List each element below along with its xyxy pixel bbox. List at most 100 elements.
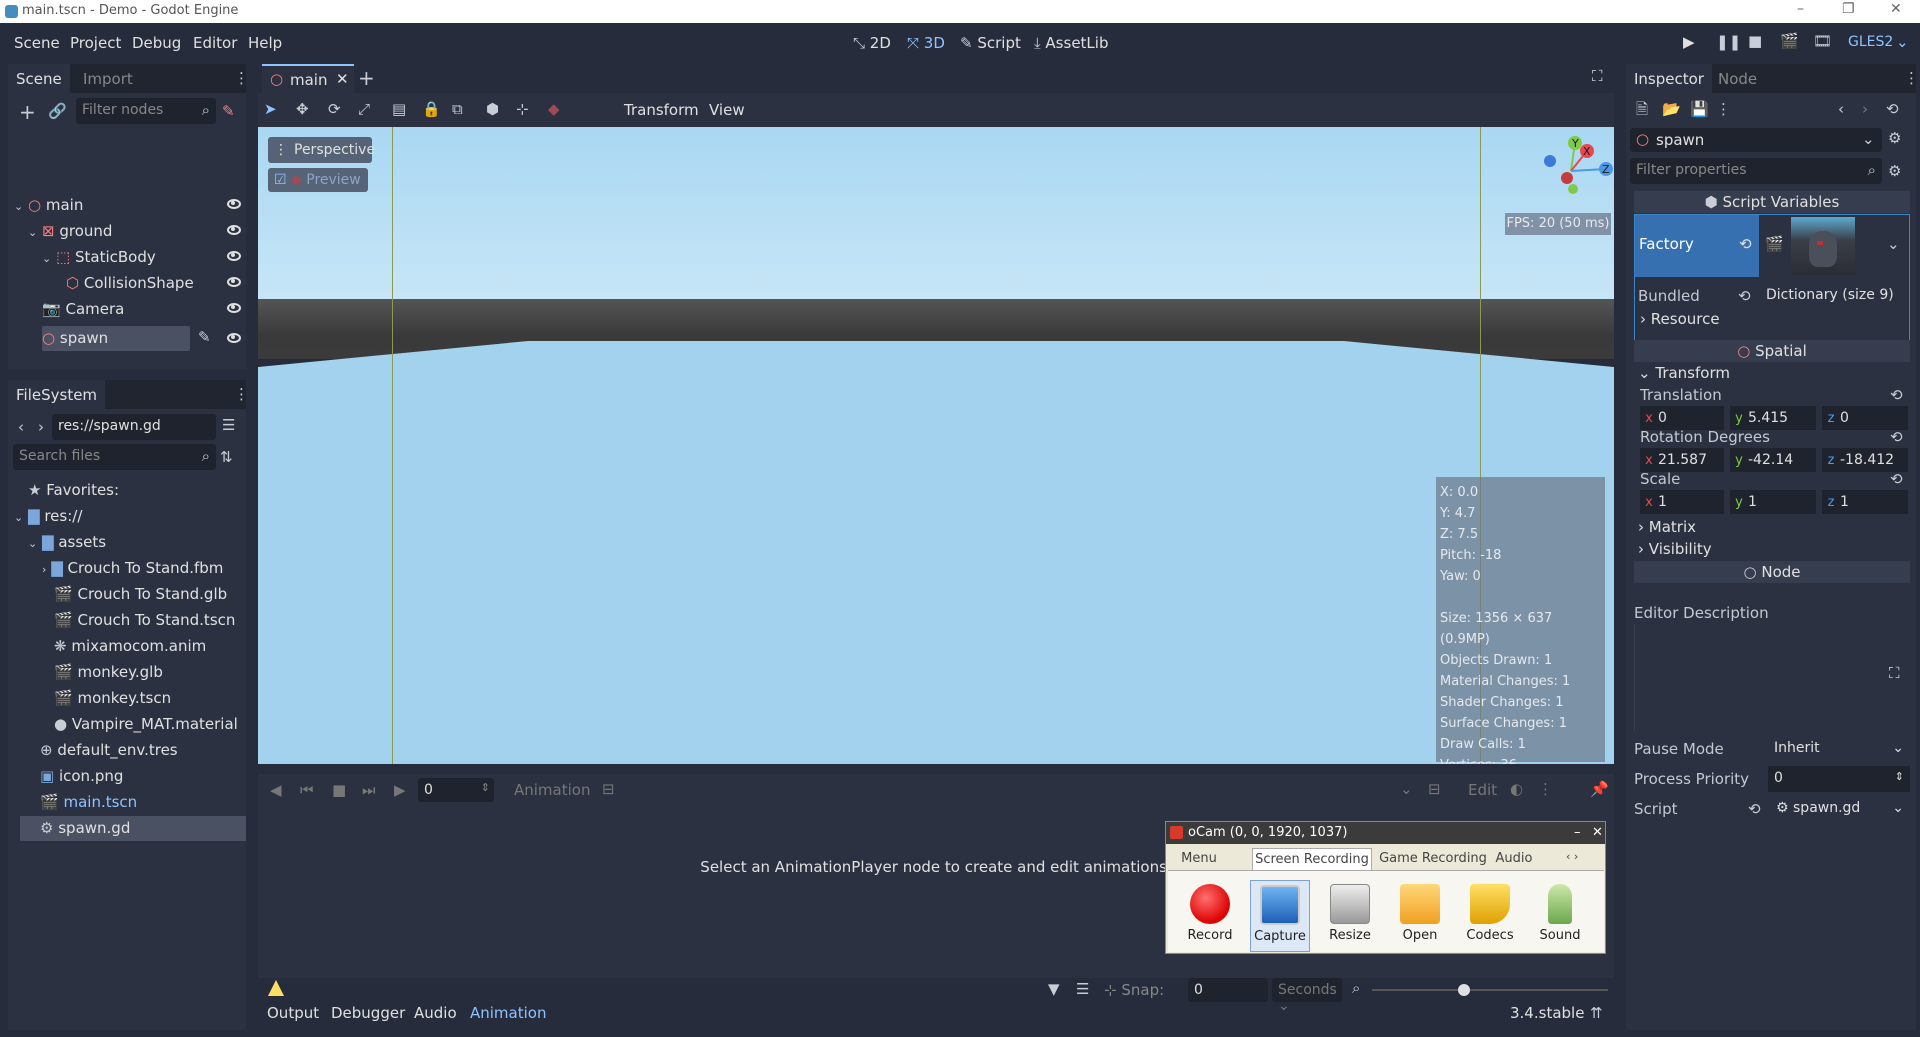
tab-node[interactable]: Node	[1710, 64, 1765, 93]
revert-icon[interactable]: ⟲	[1739, 237, 1752, 252]
editor-description-field[interactable]: ⛶	[1634, 624, 1910, 732]
bottom-tab-output[interactable]: Output	[267, 1004, 319, 1022]
animation-menu[interactable]: Animation	[514, 781, 590, 799]
ocam-resize-button[interactable]: Resize	[1320, 880, 1380, 952]
revert-icon[interactable]: ⟲	[1890, 472, 1903, 487]
visibility-section[interactable]: › Visibility	[1638, 540, 1712, 558]
ocam-window[interactable]: oCam (0, 0, 1920, 1037) – ✕ Menu Screen …	[1165, 821, 1606, 954]
ocam-tab-menu[interactable]: Menu	[1174, 848, 1224, 870]
perspective-menu[interactable]: ⋮ Perspective	[268, 137, 375, 163]
fs-item-main-tscn[interactable]: 🎬 main.tscn	[40, 790, 137, 814]
play-icon[interactable]: ▶	[1683, 35, 1695, 50]
revert-icon[interactable]: ⟲	[1890, 430, 1903, 445]
play-backwards-start-icon[interactable]: ⏮	[300, 783, 314, 798]
fs-item-crouch-tscn[interactable]: 🎬 Crouch To Stand.tscn	[54, 608, 235, 632]
ocam-tab-audio[interactable]: Audio	[1492, 848, 1536, 870]
snap-value-field[interactable]: 0	[1188, 978, 1268, 1002]
tree-node-staticbody[interactable]: ⌄ ⬚ StaticBody	[42, 245, 156, 269]
history-forward-icon[interactable]: ›	[1862, 102, 1868, 117]
renderer-selector[interactable]: GLES2	[1848, 34, 1893, 50]
bottom-tab-debugger[interactable]: Debugger	[331, 1004, 405, 1022]
tab-filesystem[interactable]: FileSystem	[8, 380, 106, 409]
expand-bottom-panel-icon[interactable]: ⇈	[1590, 1006, 1603, 1021]
search-files-input[interactable]: Search files ⌕	[13, 444, 216, 470]
ocam-capture-button[interactable]: Capture	[1250, 880, 1310, 952]
fs-item-assets[interactable]: ⌄ ▇ assets	[28, 530, 106, 554]
ocam-tab-scroll-icon[interactable]: ‹ ›	[1566, 850, 1578, 863]
autoplay-icon[interactable]: ⊟	[1428, 782, 1441, 797]
play-backwards-icon[interactable]: ◀	[270, 783, 282, 798]
play-icon[interactable]: ▶	[394, 783, 406, 798]
menu-project[interactable]: Project	[70, 34, 121, 52]
tab-import[interactable]: Import	[75, 64, 141, 93]
visibility-eye-icon[interactable]	[227, 303, 241, 313]
fs-item-crouch-glb[interactable]: 🎬 Crouch To Stand.glb	[54, 582, 227, 606]
fs-item-spawn-gd[interactable]: ⚙ spawn.gd	[40, 816, 130, 840]
tab-scene[interactable]: Scene	[8, 64, 70, 93]
script-attach-icon[interactable]: ✎	[222, 104, 235, 119]
matrix-section[interactable]: › Matrix	[1638, 518, 1696, 536]
workspace-2d-button[interactable]: ⤡ 2D	[853, 34, 891, 52]
fs-item-icon-png[interactable]: ▣ icon.png	[40, 764, 123, 788]
zoom-slider[interactable]	[1372, 989, 1608, 991]
rotation-z-field[interactable]: z -18.412	[1822, 448, 1908, 472]
ocam-record-button[interactable]: Record	[1180, 880, 1240, 952]
scale-y-field[interactable]: y1	[1730, 490, 1816, 514]
tab-inspector[interactable]: Inspector	[1626, 64, 1712, 93]
visibility-eye-icon[interactable]	[227, 225, 241, 235]
bundled-value[interactable]: Dictionary (size 9)	[1760, 283, 1908, 309]
node-header[interactable]: ○ Node	[1634, 561, 1910, 583]
chevron-down-icon[interactable]: ⌄	[1896, 35, 1909, 50]
play-start-icon[interactable]: ⏭	[362, 783, 376, 798]
onion-skin-icon[interactable]: ◐	[1510, 782, 1523, 797]
ocam-tab-game-recording[interactable]: Game Recording	[1378, 848, 1488, 870]
fs-item-crouch-fbm[interactable]: › ▇ Crouch To Stand.fbm	[42, 556, 223, 580]
dock-menu-icon[interactable]: ⋮	[234, 387, 249, 402]
object-selector[interactable]: ○ spawn ⌄	[1630, 128, 1882, 152]
translation-x-field[interactable]: x0	[1640, 406, 1724, 430]
link-icon[interactable]: 🔗	[48, 104, 67, 119]
stop-icon[interactable]: ■	[332, 783, 346, 798]
minimize-button[interactable]: –	[1797, 1, 1804, 17]
process-priority-field[interactable]: 0 ⇕	[1768, 766, 1910, 792]
menu-debug[interactable]: Debug	[132, 34, 181, 52]
revert-icon[interactable]: ⟲	[1748, 802, 1761, 817]
dock-menu-icon[interactable]: ⋮	[1904, 71, 1919, 86]
expand-icon[interactable]: ⛶	[1889, 666, 1900, 681]
frame-spinbox[interactable]: 0 ⇕	[418, 778, 494, 802]
scale-tool-icon[interactable]: ⤢	[358, 102, 370, 117]
3d-viewport[interactable]: ⋮ Perspective ☑ ◆ Preview Y X Z FPS: 20 (…	[258, 127, 1614, 764]
workspace-assetlib-button[interactable]: ⤓ AssetLib	[1034, 34, 1108, 52]
translation-y-field[interactable]: y 5.415	[1730, 406, 1816, 430]
resource-menu-icon[interactable]: ⋮	[1716, 102, 1731, 117]
snap-units-select[interactable]: Seconds ⌄	[1272, 978, 1342, 1014]
close-icon[interactable]: ✕	[336, 72, 349, 87]
script-icon[interactable]: ✎	[198, 330, 211, 345]
filter-nodes-input[interactable]: Filter nodes ⌕	[76, 98, 216, 124]
translation-z-field[interactable]: z0	[1822, 406, 1908, 430]
menu-scene[interactable]: Scene	[14, 34, 60, 52]
rotation-y-field[interactable]: y -42.14	[1730, 448, 1816, 472]
fs-item-vampire-material[interactable]: ● Vampire_MAT.material	[54, 712, 238, 736]
play-custom-scene-icon[interactable]: 🎞	[1813, 34, 1832, 49]
history-back-icon[interactable]: ‹	[1838, 102, 1844, 117]
visibility-eye-icon[interactable]	[227, 333, 241, 343]
visibility-eye-icon[interactable]	[227, 199, 241, 209]
view-menu[interactable]: View	[709, 101, 745, 119]
visibility-eye-icon[interactable]	[227, 251, 241, 261]
camera-preview-icon[interactable]: ◆	[548, 102, 560, 117]
stop-icon[interactable]: ■	[1748, 34, 1762, 49]
move-tool-icon[interactable]: ✥	[296, 102, 309, 117]
fs-item-monkey-tscn[interactable]: 🎬 monkey.tscn	[54, 686, 171, 710]
list-select-icon[interactable]: ▤	[392, 102, 406, 117]
rotation-x-field[interactable]: x 21.587	[1640, 448, 1724, 472]
revert-icon[interactable]: ⟲	[1890, 388, 1903, 403]
path-field[interactable]: res://spawn.gd	[52, 414, 216, 440]
split-mode-icon[interactable]: ☰	[222, 418, 235, 433]
factory-row[interactable]: Factory ⟲	[1635, 215, 1759, 277]
select-tool-icon[interactable]: ➤	[264, 102, 277, 117]
property-settings-icon[interactable]: ⚙	[1888, 164, 1901, 179]
menu-help[interactable]: Help	[248, 34, 282, 52]
script-variables-header[interactable]: ⬢ Script Variables	[1634, 191, 1910, 213]
play-scene-icon[interactable]: 🎬	[1780, 34, 1799, 49]
